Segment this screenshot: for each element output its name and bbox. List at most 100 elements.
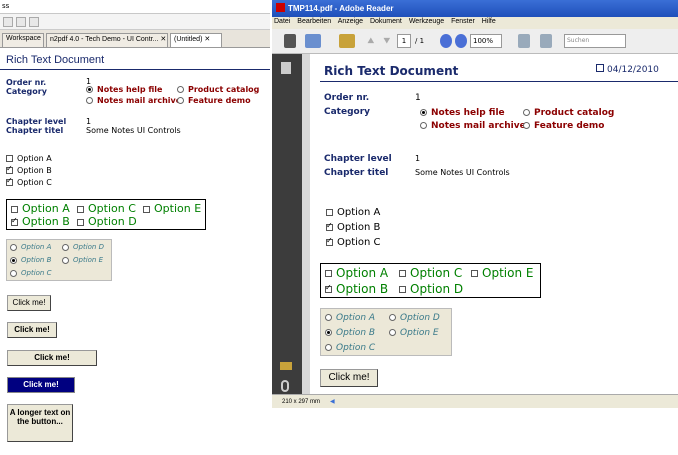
radio-indicator (389, 314, 396, 321)
reader-titlebar: TMP114.pdf - Adobe Reader (272, 0, 678, 17)
chapter-titel-label: Chapter titel (6, 126, 64, 135)
big-checkbox-option-a[interactable]: Option A (11, 202, 70, 215)
click-me-bold-button[interactable]: Click me! (7, 322, 57, 338)
radio-indicator (325, 329, 332, 336)
radio-label: Option E (73, 256, 104, 264)
radio-indicator (10, 269, 17, 277)
big-checkbox-option-d[interactable]: Option D (77, 215, 137, 228)
checkbox-box (6, 164, 13, 174)
page-gutter (302, 54, 310, 394)
radio-option-e[interactable]: Option E (62, 256, 103, 264)
pdf-big-option-e: Option E (471, 266, 533, 280)
longer-text-button[interactable]: A longer text on the button... (7, 404, 73, 442)
big-checkbox-option-b[interactable]: Option B (11, 215, 70, 228)
zoom-in-icon[interactable] (455, 34, 467, 48)
click-me-dark-button[interactable]: Click me! (7, 377, 75, 393)
chapter-titel-value: Some Notes UI Controls (86, 126, 181, 135)
pdf-chapter-level-value: 1 (415, 154, 421, 163)
click-me-wide-button[interactable]: Click me! (7, 350, 97, 366)
pdf-order-value: 1 (415, 93, 421, 103)
checkbox-label: Option A (17, 154, 52, 163)
date-text: 04/12/2010 (607, 65, 659, 75)
pdf-page: Rich Text Document 04/12/2010 Order nr. … (310, 54, 678, 394)
menu-bearbeiten[interactable]: Bearbeiten (297, 18, 331, 25)
reader-statusbar: 210 x 297 mm ◀ (272, 394, 678, 408)
radio-indicator (62, 243, 69, 251)
click-me-button[interactable]: Click me! (7, 295, 51, 311)
radio-option-a[interactable]: Option A (10, 243, 51, 251)
radio-option-b[interactable]: Option B (10, 256, 51, 264)
checkbox-option-c[interactable]: Option C (6, 176, 52, 187)
tab-tech-demo[interactable]: n2pdf 4.0 - Tech Demo - UI Contr... ✕ (46, 33, 168, 47)
checkbox-option-a[interactable]: Option A (6, 154, 52, 163)
pages-icon[interactable] (281, 62, 291, 74)
menu-dokument[interactable]: Dokument (370, 18, 402, 25)
radio-indicator (86, 86, 93, 93)
menu-datei[interactable]: Datei (274, 18, 290, 25)
menu-fenster[interactable]: Fenster (451, 18, 475, 25)
big-checkbox-option-c[interactable]: Option C (77, 202, 136, 215)
zoom-select[interactable]: 100% (470, 34, 502, 48)
radio-product-catalog[interactable]: Product catalog (177, 85, 259, 94)
radio-indicator (177, 86, 184, 93)
checkbox-label: Option B (17, 166, 52, 175)
radio-label: Feature demo (534, 121, 605, 131)
search-field[interactable]: Suchen (564, 34, 626, 48)
radio-label: Option E (400, 328, 439, 338)
fit-page-icon[interactable] (518, 34, 530, 48)
radio-label: Option B (336, 328, 376, 338)
radio-label: Option D (73, 243, 104, 251)
radio-feature-demo[interactable]: Feature demo (177, 96, 251, 105)
radio-indicator (325, 314, 332, 321)
page-down-icon[interactable]: ⯆ (382, 34, 394, 48)
radio-indicator (86, 97, 93, 104)
checkbox-box (11, 216, 18, 226)
radio-indicator (177, 97, 184, 104)
zoom-out-icon[interactable] (440, 34, 452, 48)
tab-workspace[interactable]: Workspace (2, 33, 44, 47)
radio-mail-archive[interactable]: Notes mail archive (86, 96, 181, 105)
share-icon[interactable] (305, 34, 321, 48)
radio-indicator (523, 122, 530, 129)
notes-toolbar (0, 14, 270, 30)
page-up-icon[interactable]: ⯅ (366, 34, 378, 48)
radio-group-box: Option A Option D Option B Option E Opti… (6, 239, 112, 281)
pdf-radio-option-d: Option D (389, 313, 440, 323)
checkbox-label: Option B (336, 282, 389, 296)
radio-option-c[interactable]: Option C (10, 269, 51, 277)
big-checkbox-option-e[interactable]: Option E (143, 202, 201, 215)
comments-icon[interactable] (280, 362, 292, 370)
fit-width-icon[interactable] (540, 34, 552, 48)
notes-tab-strip: Workspace n2pdf 4.0 - Tech Demo - UI Con… (0, 30, 270, 48)
pdf-big-option-c: Option C (399, 266, 462, 280)
checkbox-option-b[interactable]: Option B (6, 164, 52, 175)
menu-anzeige[interactable]: Anzeige (338, 18, 363, 25)
radio-indicator (325, 344, 332, 351)
tab-label: n2pdf 4.0 - Tech Demo - UI Contr... (50, 36, 159, 43)
print-icon[interactable] (284, 34, 296, 48)
radio-indicator (10, 243, 17, 251)
menu-hilfe[interactable]: Hilfe (482, 18, 496, 25)
attachment-icon[interactable] (281, 380, 289, 392)
page-number-input[interactable]: 1 (397, 34, 411, 48)
scroll-left-icon[interactable]: ◀ (330, 399, 335, 405)
search-icon[interactable] (3, 17, 13, 27)
radio-label: Notes mail archive (97, 96, 182, 105)
pdf-checkbox-option-a: Option A (326, 207, 380, 218)
checkbox-label: Option E (482, 266, 534, 280)
radio-label: Option B (21, 256, 52, 264)
pdf-big-option-b: Option B (325, 282, 388, 296)
radio-option-d[interactable]: Option D (62, 243, 104, 251)
tab-untitled[interactable]: (Untitled) ✕ (170, 33, 222, 47)
radio-notes-help[interactable]: Notes help file (86, 85, 162, 94)
comment-icon[interactable] (339, 34, 355, 48)
filter-icon[interactable] (16, 17, 26, 27)
checkbox-label: Option C (337, 237, 381, 248)
pdf-checkbox-option-c: Option C (326, 236, 381, 248)
reader-nav-panel (272, 54, 302, 394)
checkbox-box (399, 270, 406, 277)
pdf-big-option-a: Option A (325, 266, 388, 280)
menu-werkzeuge[interactable]: Werkzeuge (409, 18, 444, 25)
radio-indicator (62, 256, 69, 264)
list-icon[interactable] (29, 17, 39, 27)
